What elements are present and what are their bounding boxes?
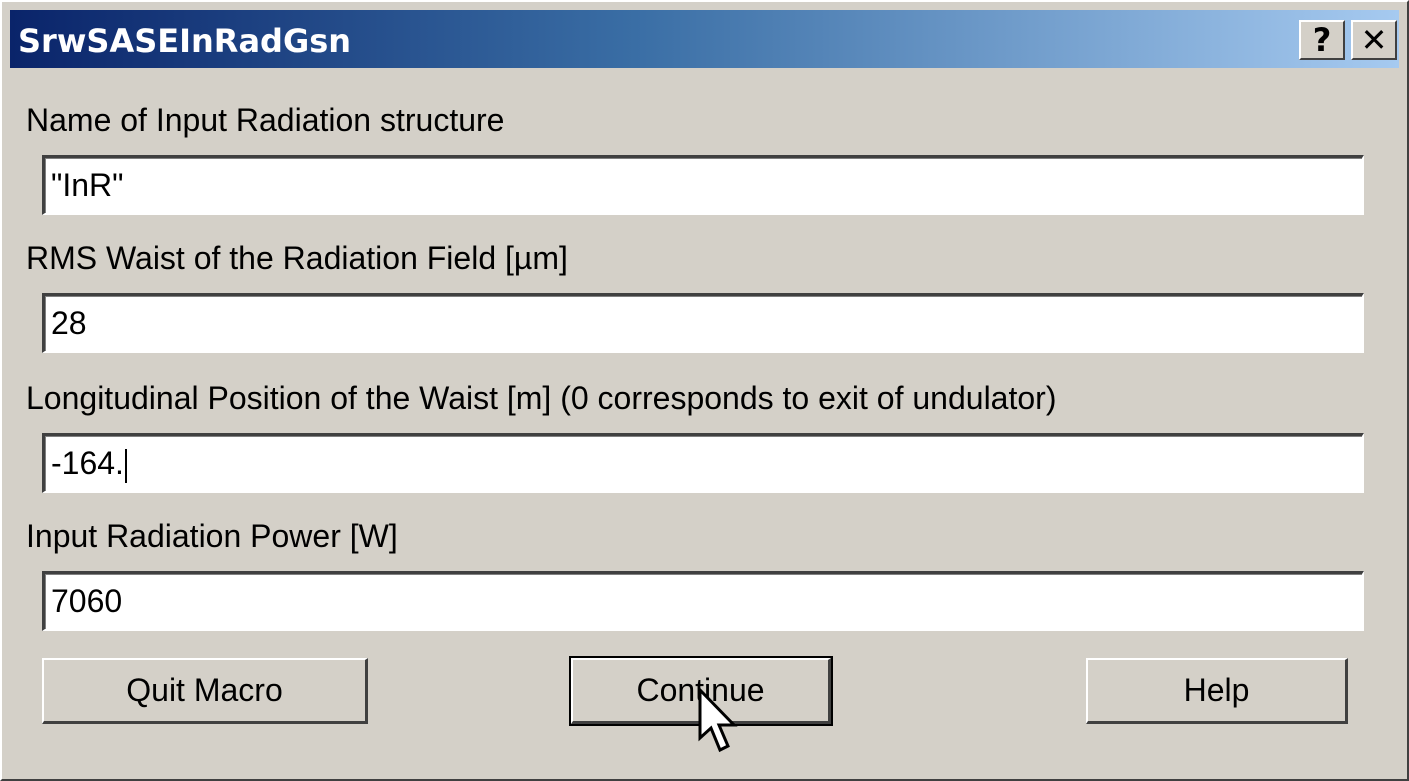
rms-waist-value: 28 (51, 305, 87, 341)
arrow-cursor-icon (698, 688, 738, 753)
rms-waist-label: RMS Waist of the Radiation Field [µm] (26, 240, 568, 276)
title-bar[interactable]: SrwSASEInRadGsn ? ✕ (10, 10, 1399, 68)
structure-name-label: Name of Input Radiation structure (26, 102, 505, 138)
radiation-power-input[interactable]: 7060 (42, 571, 1364, 631)
waist-position-input[interactable]: -164. (42, 433, 1364, 493)
rms-waist-input[interactable]: 28 (42, 293, 1364, 353)
window-title: SrwSASEInRadGsn (18, 22, 352, 60)
structure-name-value: "InR" (51, 167, 124, 203)
radiation-power-value: 7060 (51, 583, 123, 619)
text-caret (124, 448, 127, 483)
waist-position-value: -164. (51, 445, 124, 481)
structure-name-input[interactable]: "InR" (42, 155, 1364, 215)
waist-position-label: Longitudinal Position of the Waist [m] (… (26, 380, 1057, 416)
help-button[interactable]: Help (1086, 658, 1348, 724)
quit-macro-button[interactable]: Quit Macro (42, 658, 368, 724)
help-icon[interactable]: ? (1299, 20, 1345, 60)
close-icon[interactable]: ✕ (1351, 20, 1397, 60)
radiation-power-label: Input Radiation Power [W] (26, 518, 398, 554)
